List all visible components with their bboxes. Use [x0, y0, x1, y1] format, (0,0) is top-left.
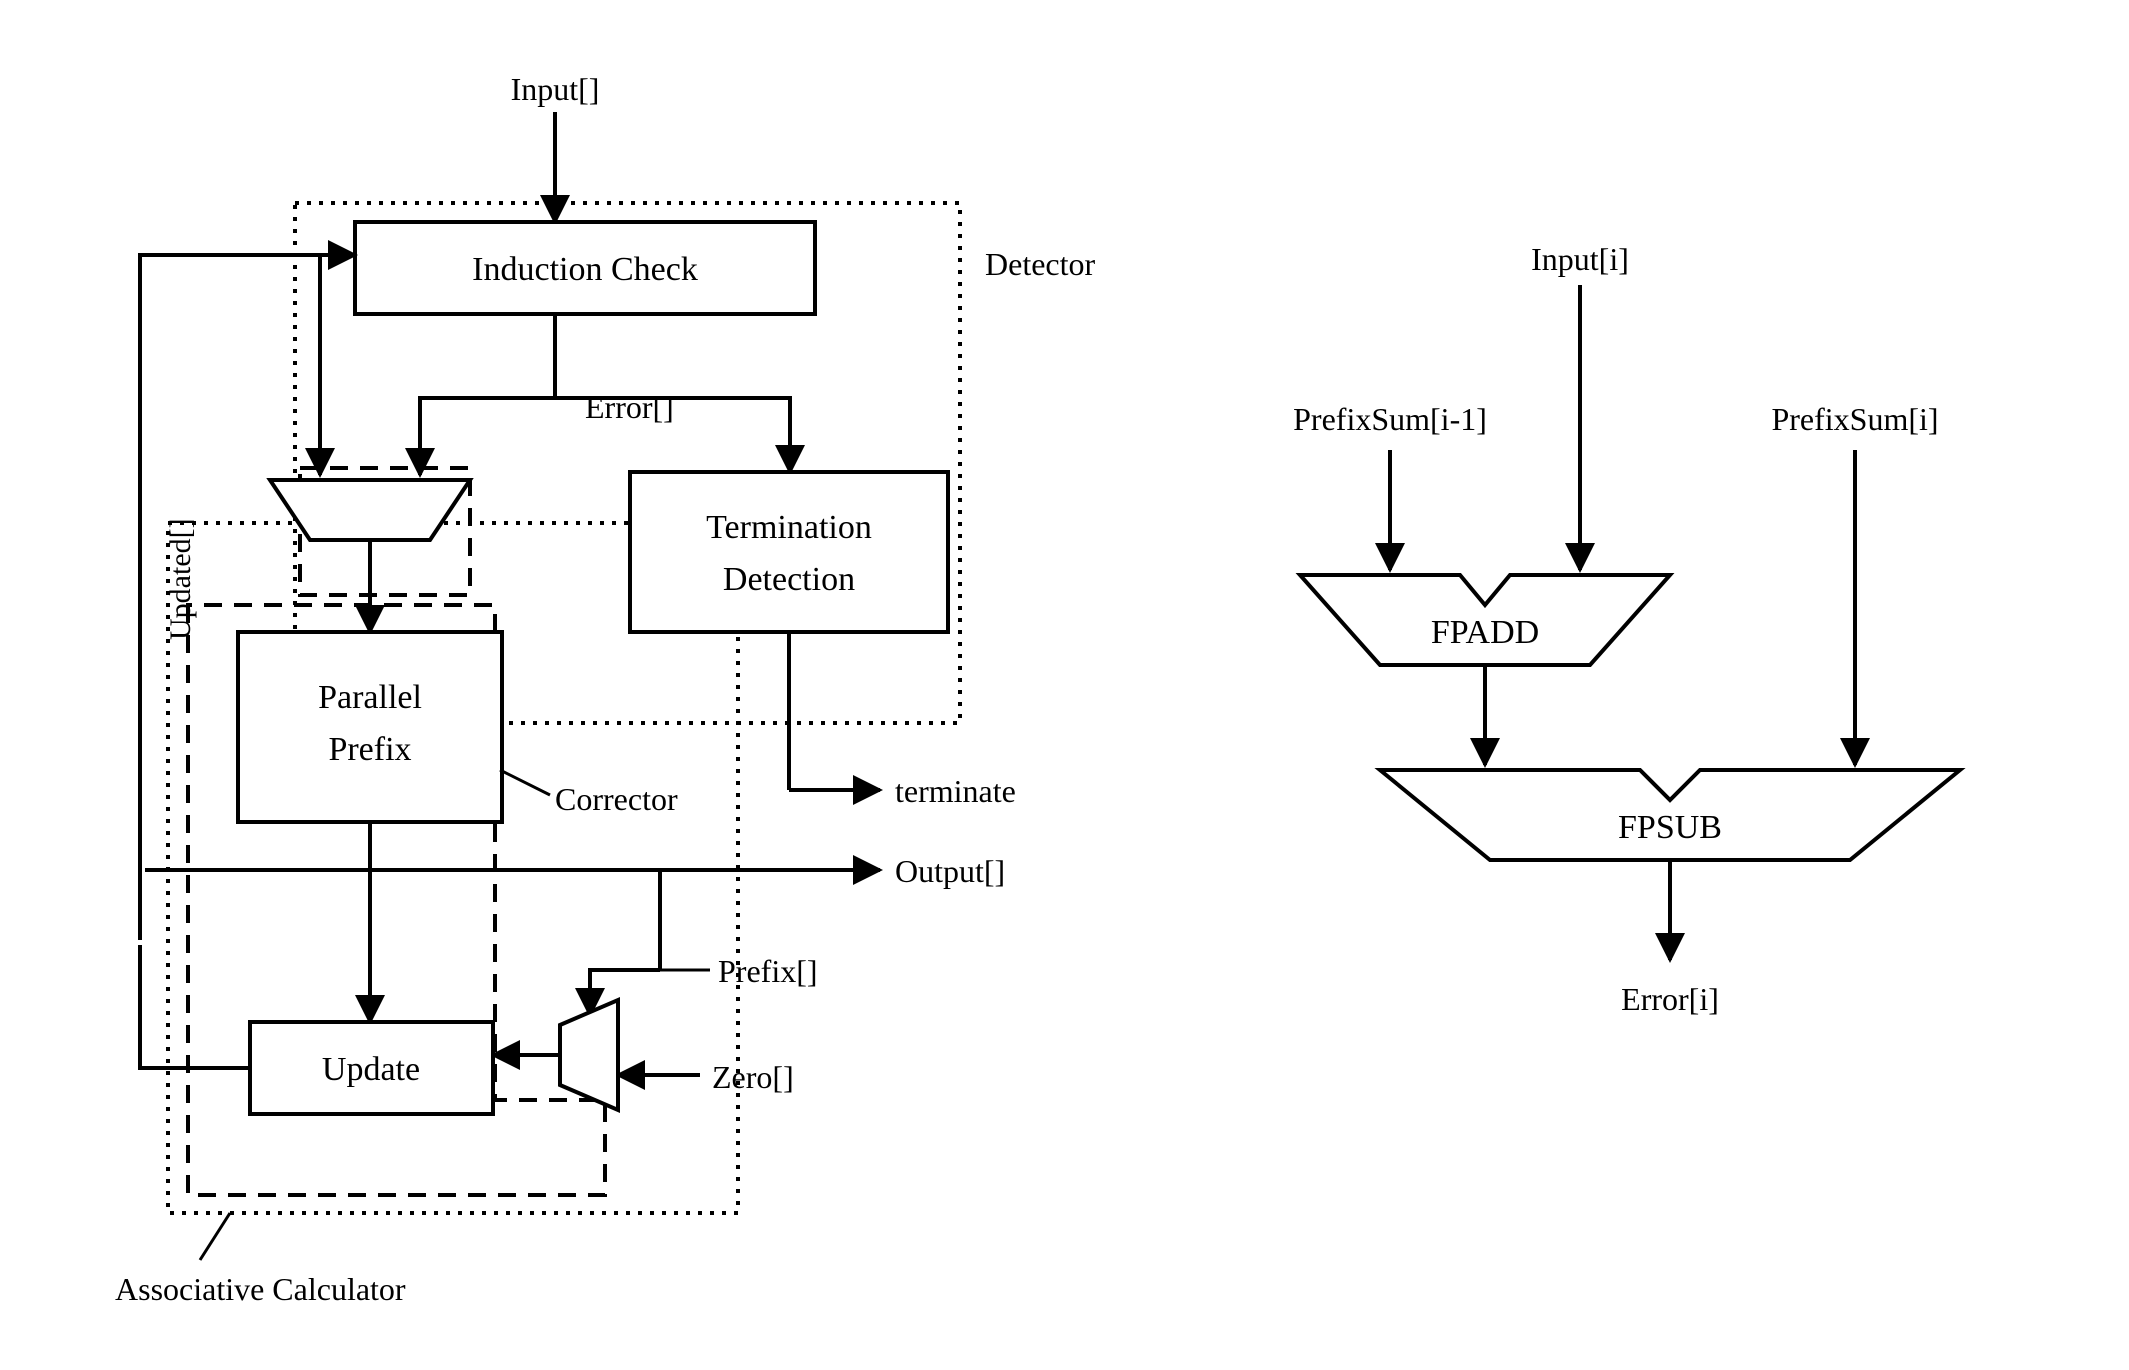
termination-detection-box: [630, 472, 948, 632]
input-i-label: Input[i]: [1531, 241, 1629, 277]
parallel-prefix-l1: Parallel: [318, 679, 422, 716]
prefix-label: Prefix[]: [718, 953, 818, 989]
update-out: [140, 945, 250, 1068]
assoc-calc-label: Associative Calculator: [115, 1271, 406, 1307]
termination-detection-l1: Termination: [706, 509, 872, 546]
error-i-label: Error[i]: [1621, 981, 1719, 1017]
top-mux: [270, 480, 470, 540]
parallel-prefix-l2: Prefix: [328, 731, 411, 768]
detector-label: Detector: [985, 246, 1096, 282]
prefix-i-label: PrefixSum[i]: [1771, 401, 1938, 437]
updated-label: Updated[]: [164, 518, 197, 640]
corrector-leader: [500, 770, 550, 795]
fpadd-text: FPADD: [1431, 614, 1539, 651]
prefix-im1-label: PrefixSum[i-1]: [1293, 401, 1487, 437]
induction-check-text: Induction Check: [472, 251, 698, 288]
input-label: Input[]: [511, 71, 600, 107]
bottom-mux: [560, 1000, 618, 1110]
error-label: Error[]: [585, 389, 674, 425]
assoc-leader: [200, 1213, 230, 1260]
zero-label: Zero[]: [712, 1059, 794, 1095]
parallel-prefix-box: [238, 632, 502, 822]
termination-detection-l2: Detection: [723, 561, 855, 598]
fpsub-text: FPSUB: [1618, 809, 1722, 846]
output-label: Output[]: [895, 853, 1005, 889]
terminate-label: terminate: [895, 773, 1016, 809]
ic-to-mux-right: [420, 398, 555, 475]
corrector-label: Corrector: [555, 781, 678, 817]
update-text: Update: [322, 1051, 420, 1088]
